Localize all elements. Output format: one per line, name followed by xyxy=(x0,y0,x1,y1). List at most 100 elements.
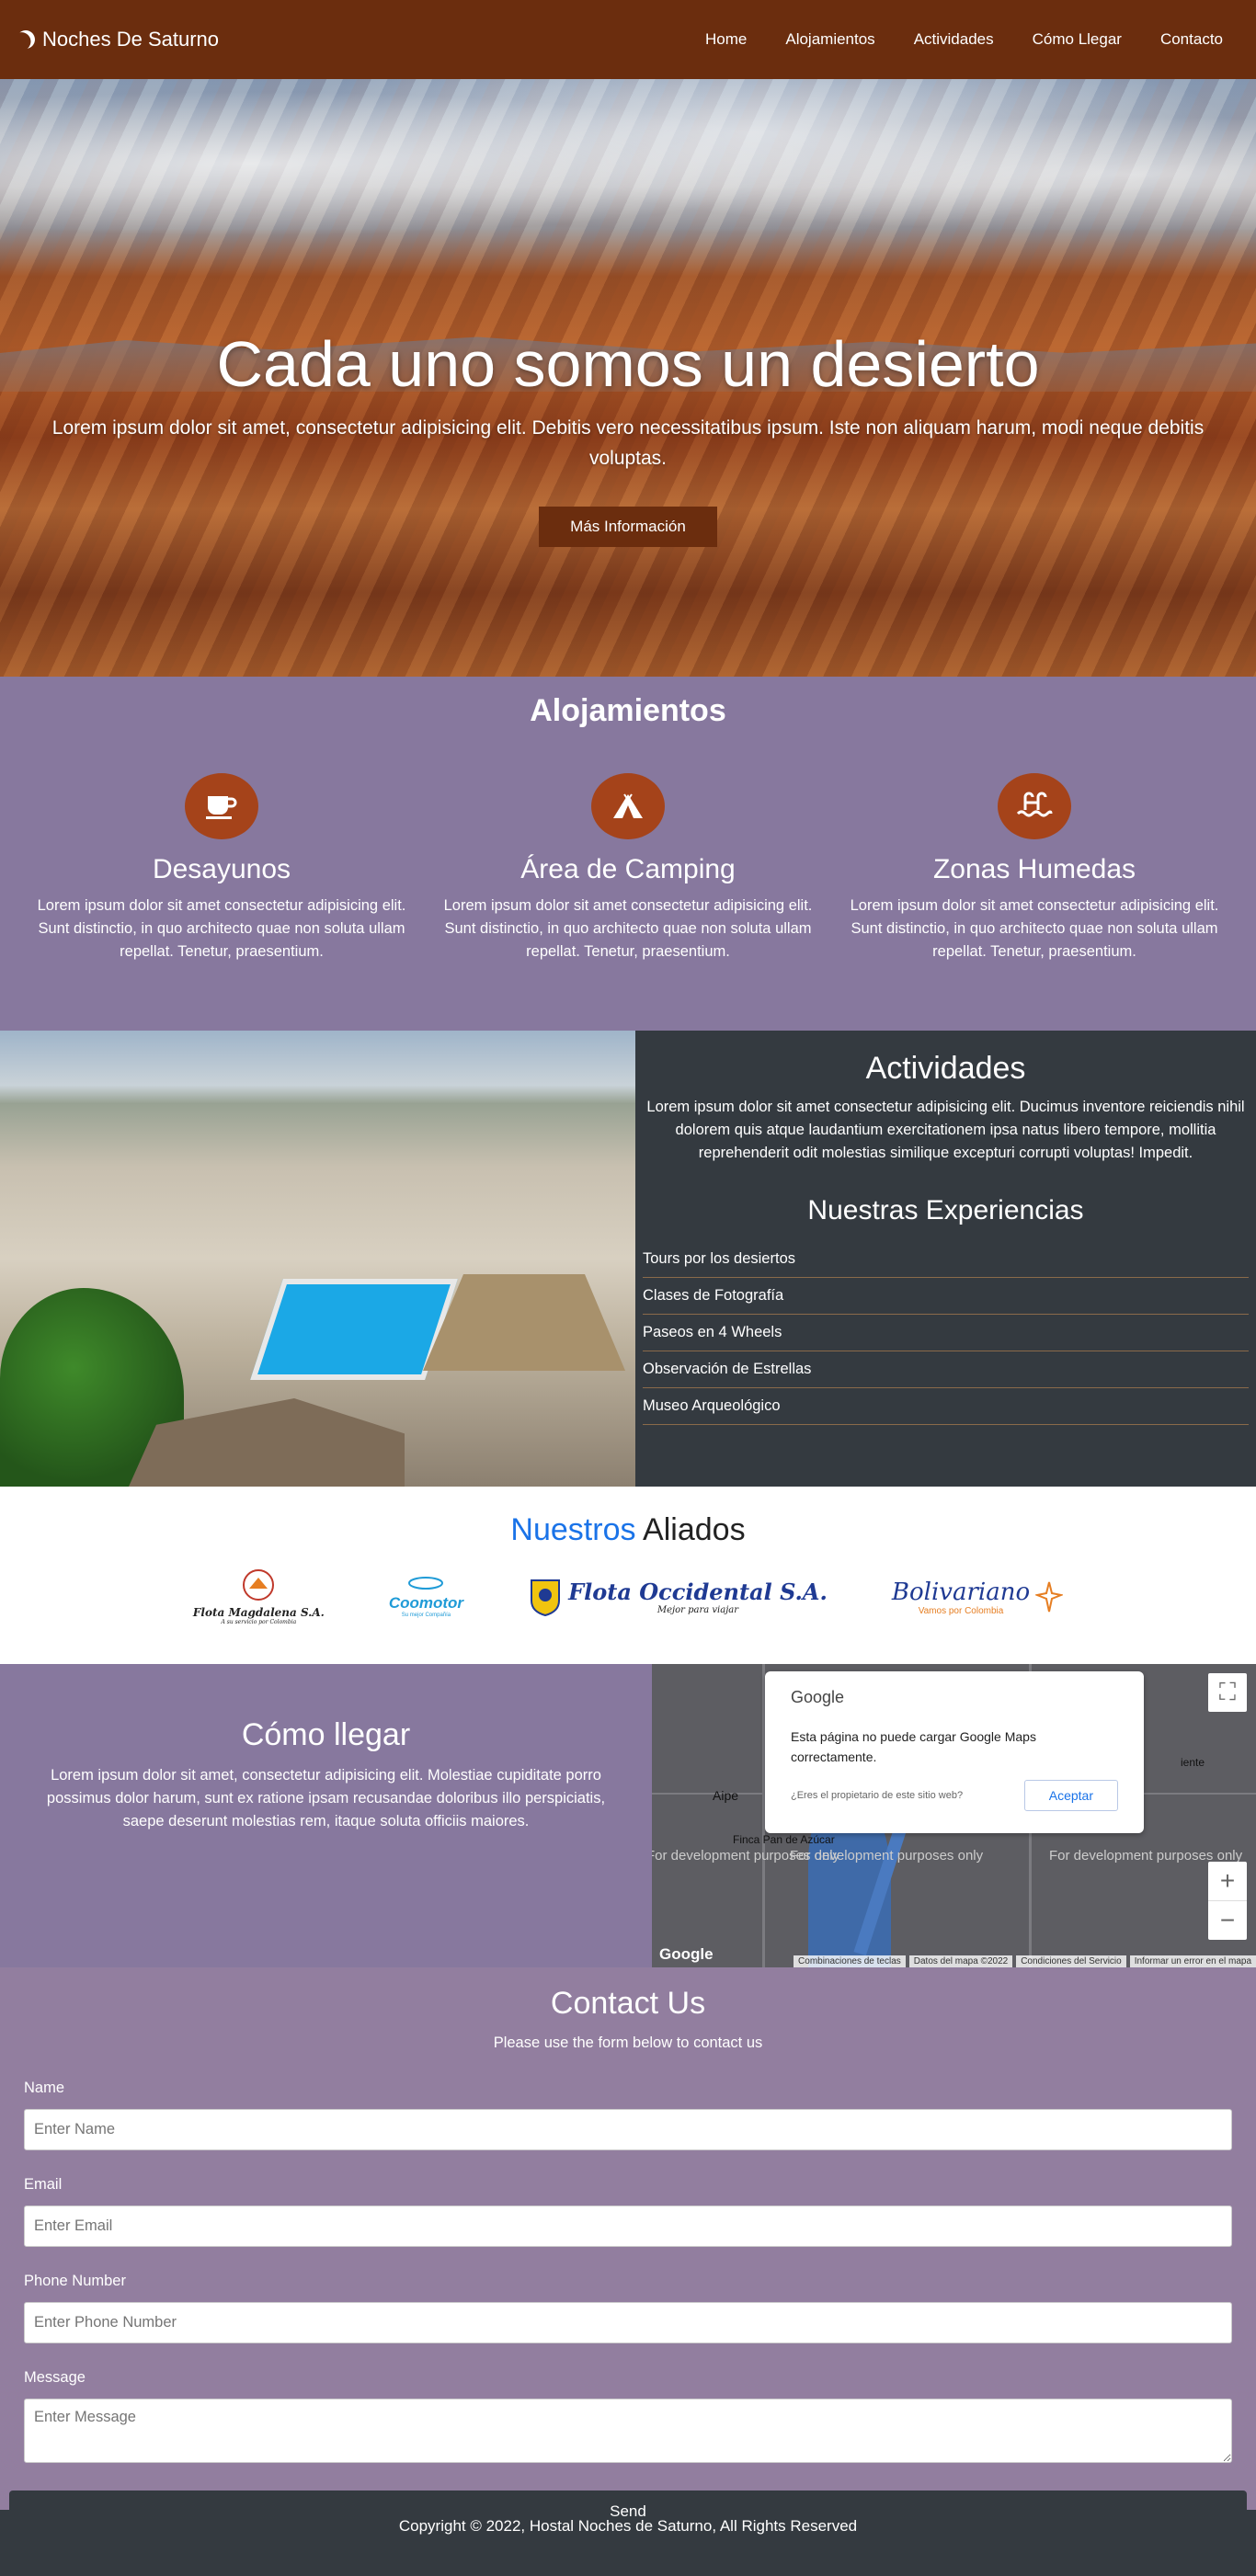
zoom-in-button[interactable]: + xyxy=(1208,1862,1247,1900)
photo-hut xyxy=(423,1274,625,1371)
logo-tagline: A su servicio por Colombia xyxy=(221,1619,297,1625)
phone-input[interactable] xyxy=(24,2302,1232,2343)
aliados-logos: Flota Magdalena S.A. A su servicio por C… xyxy=(0,1568,1256,1625)
map-footer: Combinaciones de teclas Datos del mapa ©… xyxy=(794,1955,1256,1967)
contact-form: Name Email Phone Number Message Send xyxy=(9,2080,1247,2532)
map-place-label: iente xyxy=(1181,1756,1205,1769)
alojamiento-title: Zonas Humedas xyxy=(932,854,1136,884)
alojamiento-text: Lorem ipsum dolor sit amet consectetur a… xyxy=(850,897,1219,960)
nav-menu: Home Alojamientos Actividades Cómo Llega… xyxy=(705,30,1223,49)
map-dev-text: For development purposes only xyxy=(790,1848,984,1864)
map-footer-link[interactable]: Condiciones del Servicio xyxy=(1016,1955,1126,1967)
como-llegar-section: Cómo llegar Lorem ipsum dolor sit amet, … xyxy=(0,1664,1256,1967)
logo-coomotor: Coomotor Su mejor Compañía xyxy=(388,1576,464,1618)
hero-text: Lorem ipsum dolor sit amet, consectetur … xyxy=(51,417,1205,469)
map-place-label: Aipe xyxy=(713,1788,739,1803)
message-input[interactable] xyxy=(24,2399,1232,2463)
logo-name: Coomotor xyxy=(388,1593,464,1612)
nav-link-home[interactable]: Home xyxy=(705,30,747,49)
google-map[interactable]: Aipe Finca Pan de Azúcar iente For devel… xyxy=(652,1664,1256,1967)
aliados-title: Nuestros Aliados xyxy=(0,1512,1256,1548)
alojamientos-section: Alojamientos Desayunos Lorem ipsum dolor… xyxy=(0,677,1256,1031)
map-dialog-brand: Google xyxy=(791,1688,845,1706)
logo-name: Flota Magdalena S.A. xyxy=(192,1606,325,1619)
map-error-dialog: Google Esta página no puede cargar Googl… xyxy=(765,1671,1144,1833)
email-label: Email xyxy=(24,2176,63,2193)
name-input[interactable] xyxy=(24,2109,1232,2150)
more-info-button[interactable]: Más Información xyxy=(539,507,717,548)
list-item: Clases de Fotografía xyxy=(643,1278,1249,1316)
logo-name: Bolivariano xyxy=(891,1578,1031,1606)
experiencias-title: Nuestras Experiencias xyxy=(807,1195,1084,1226)
logo-bolivariano: Bolivariano Vamos por Colombia xyxy=(891,1578,1064,1616)
brand-name: Noches De Saturno xyxy=(42,28,219,51)
map-footer-link[interactable]: Combinaciones de teclas xyxy=(794,1955,906,1967)
logo-tagline: Su mejor Compañía xyxy=(401,1612,451,1618)
hero-content: Cada uno somos un desierto Lorem ipsum d… xyxy=(0,327,1256,548)
experiencias-list: Tours por los desiertos Clases de Fotogr… xyxy=(643,1241,1249,1426)
brand[interactable]: Noches De Saturno xyxy=(17,28,219,51)
alojamiento-text: Lorem ipsum dolor sit amet consectetur a… xyxy=(443,897,813,960)
fullscreen-icon[interactable]: ⛶ xyxy=(1208,1673,1247,1712)
list-item: Tours por los desiertos xyxy=(643,1241,1249,1279)
star-icon xyxy=(1035,1581,1064,1613)
actividades-title: Actividades xyxy=(865,1051,1026,1086)
name-label: Name xyxy=(24,2080,65,2096)
como-llegar-title: Cómo llegar xyxy=(241,1717,411,1752)
map-zoom-control: + − xyxy=(1208,1862,1247,1940)
form-field-message: Message xyxy=(9,2369,1247,2468)
coffee-icon xyxy=(185,773,258,839)
map-error-message: Esta página no puede cargar Google Maps … xyxy=(791,1729,1036,1764)
message-label: Message xyxy=(24,2369,86,2386)
como-llegar-text: Lorem ipsum dolor sit amet, consectetur … xyxy=(46,1767,606,1829)
coomotor-emblem-icon xyxy=(408,1576,444,1590)
map-place-label: Finca Pan de Azúcar xyxy=(733,1833,835,1846)
hero-title: Cada uno somos un desierto xyxy=(216,328,1040,400)
list-item: Paseos en 4 Wheels xyxy=(643,1315,1249,1352)
contact-title: Contact Us xyxy=(550,1986,706,2021)
logo-tagline: Vamos por Colombia xyxy=(918,1605,1004,1616)
alojamientos-grid: Desayunos Lorem ipsum dolor sit amet con… xyxy=(0,773,1256,963)
contact-section: Contact Us Please use the form below to … xyxy=(0,1967,1256,2532)
google-logo: Google xyxy=(659,1945,714,1963)
alojamiento-card: Desayunos Lorem ipsum dolor sit amet con… xyxy=(29,773,415,963)
zoom-out-button[interactable]: − xyxy=(1208,1901,1247,1940)
footer: Copyright © 2022, Hostal Noches de Satur… xyxy=(0,2510,1256,2576)
phone-label: Phone Number xyxy=(24,2273,126,2289)
form-field-email: Email xyxy=(9,2176,1247,2247)
logo-name: Flota Occidental S.A. xyxy=(568,1579,828,1605)
alojamiento-card: Zonas Humedas Lorem ipsum dolor sit amet… xyxy=(841,773,1227,963)
logo-flota-occidental: Flota Occidental S.A. Mejor para viajar xyxy=(528,1577,828,1617)
accept-button[interactable]: Aceptar xyxy=(1023,1780,1118,1812)
actividades-section: Actividades Lorem ipsum dolor sit amet c… xyxy=(0,1031,1256,1487)
map-footer-text: Datos del mapa ©2022 xyxy=(908,1955,1013,1967)
contact-subtitle: Please use the form below to contact us xyxy=(493,2035,763,2051)
magdalena-emblem-icon xyxy=(243,1569,275,1601)
nav-link-alojamientos[interactable]: Alojamientos xyxy=(785,30,874,49)
alojamiento-title: Desayunos xyxy=(152,854,291,884)
list-item: Museo Arqueológico xyxy=(643,1388,1249,1426)
swimming-icon xyxy=(998,773,1071,839)
nav-link-actividades[interactable]: Actividades xyxy=(914,30,994,49)
navbar: Noches De Saturno Home Alojamientos Acti… xyxy=(0,0,1256,79)
tent-icon xyxy=(591,773,665,839)
como-llegar-panel: Cómo llegar Lorem ipsum dolor sit amet, … xyxy=(0,1664,652,1967)
actividades-text: Lorem ipsum dolor sit amet consectetur a… xyxy=(646,1099,1245,1161)
nav-link-como-llegar[interactable]: Cómo Llegar xyxy=(1033,30,1122,49)
form-field-name: Name xyxy=(9,2080,1247,2150)
hero-sky xyxy=(0,79,1256,291)
aliados-title-highlight: Nuestros xyxy=(510,1512,636,1547)
email-input[interactable] xyxy=(24,2206,1232,2247)
map-owner-question: ¿Eres el propietario de este sitio web? xyxy=(791,1790,964,1802)
form-field-phone: Phone Number xyxy=(9,2273,1247,2343)
map-footer-link[interactable]: Informar un error en el mapa xyxy=(1129,1955,1256,1967)
list-item: Observación de Estrellas xyxy=(643,1351,1249,1389)
nav-link-contacto[interactable]: Contacto xyxy=(1160,30,1223,49)
map-dialog-actions: ¿Eres el propietario de este sitio web? … xyxy=(791,1780,1118,1812)
moon-icon xyxy=(14,28,39,52)
actividades-panel: Actividades Lorem ipsum dolor sit amet c… xyxy=(635,1031,1256,1487)
aliados-section: Nuestros Aliados Flota Magdalena S.A. A … xyxy=(0,1487,1256,1664)
aliados-title-rest: Aliados xyxy=(635,1512,746,1547)
logo-tagline: Mejor para viajar xyxy=(657,1605,739,1615)
hero: Cada uno somos un desierto Lorem ipsum d… xyxy=(0,79,1256,677)
